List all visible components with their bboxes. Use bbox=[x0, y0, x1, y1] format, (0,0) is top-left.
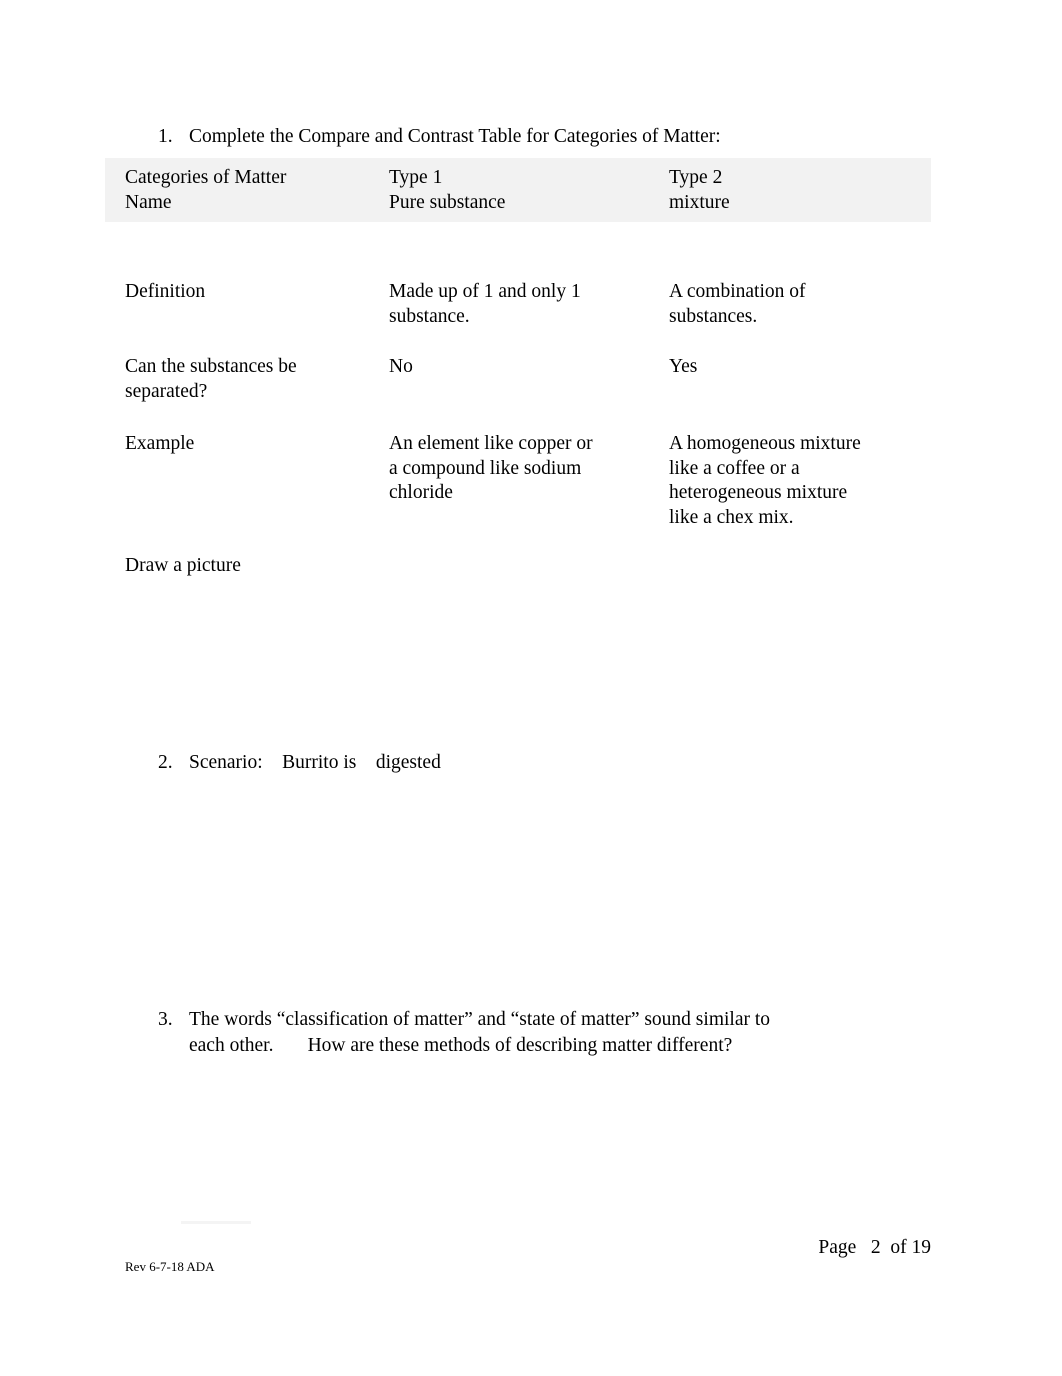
table-row: Definition Made up of 1 and only 1 subst… bbox=[105, 280, 931, 329]
table-spacer-cell bbox=[649, 404, 931, 432]
table-cell-label: Can the substances be separated? bbox=[105, 355, 369, 404]
table-spacer-row bbox=[105, 222, 931, 280]
table-header-type1-line1: Type 1 bbox=[389, 167, 443, 188]
list-item-1-number: 1. bbox=[158, 126, 173, 147]
table-header-category-line1: Categories of Matter bbox=[125, 167, 287, 188]
table-spacer-cell bbox=[369, 530, 649, 554]
table-spacer-cell bbox=[649, 329, 931, 355]
table-cell-text: No bbox=[389, 356, 413, 377]
table-cell-type2 bbox=[649, 554, 931, 579]
table-cell-type1: Made up of 1 and only 1 substance. bbox=[369, 280, 649, 329]
table-spacer-cell bbox=[105, 329, 369, 355]
table-cell-label: Example bbox=[105, 432, 369, 530]
table-header-row: Categories of Matter Name Type 1 Pure su… bbox=[105, 158, 931, 222]
table-header-cell-type1: Type 1 Pure substance bbox=[369, 158, 649, 222]
list-item-2-number: 2. bbox=[158, 752, 173, 773]
table-cell-text: Definition bbox=[125, 281, 206, 302]
table-cell-type1 bbox=[369, 554, 649, 579]
table-cell-text: Draw a picture bbox=[125, 555, 241, 576]
table-header-type2-line2: mixture bbox=[669, 191, 730, 213]
table-cell-text: Example bbox=[125, 433, 195, 454]
page-number: Page 2 of 19 bbox=[818, 1237, 931, 1258]
table-spacer-row bbox=[105, 404, 931, 432]
table-header-cell-type2: Type 2 mixture bbox=[649, 158, 931, 222]
list-item-3-number: 3. bbox=[158, 1009, 173, 1030]
table-cell-text: Yes bbox=[669, 356, 698, 377]
table-row: Example An element like copper or a comp… bbox=[105, 432, 931, 530]
table-cell-text: A homogeneous mixture like a coffee or a… bbox=[669, 433, 861, 528]
table-row: Can the substances be separated? No Yes bbox=[105, 355, 931, 404]
table-cell-type1: An element like copper or a compound lik… bbox=[369, 432, 649, 530]
table-cell-type2: A combination of substances. bbox=[649, 280, 931, 329]
table-spacer-cell bbox=[649, 222, 931, 280]
table-cell-type1: No bbox=[369, 355, 649, 404]
list-item-3: 3. The words “classification of matter” … bbox=[158, 1007, 858, 1058]
table-header-category-line2: Name bbox=[125, 191, 172, 213]
table-header-cell-category: Categories of Matter Name bbox=[105, 158, 369, 222]
table-cell-type2: A homogeneous mixture like a coffee or a… bbox=[649, 432, 931, 530]
table-cell-label: Draw a picture bbox=[105, 554, 369, 579]
table-spacer-cell bbox=[369, 329, 649, 355]
list-item-2-text: Scenario: Burrito is digested bbox=[189, 752, 441, 773]
table-cell-text: An element like copper or a compound lik… bbox=[389, 433, 593, 503]
table-spacer-cell bbox=[105, 222, 369, 280]
compare-contrast-table: Categories of Matter Name Type 1 Pure su… bbox=[105, 158, 931, 579]
table-cell-label: Definition bbox=[105, 280, 369, 329]
table-cell-text: Made up of 1 and only 1 substance. bbox=[389, 281, 581, 327]
table-spacer-cell bbox=[105, 530, 369, 554]
list-item-1: 1. Complete the Compare and Contrast Tab… bbox=[158, 124, 721, 150]
footer-divider bbox=[181, 1221, 251, 1224]
list-item-3-line1: The words “classification of matter” and… bbox=[189, 1009, 771, 1030]
list-item-3-body: The words “classification of matter” and… bbox=[189, 1007, 770, 1058]
document-page: 1. Complete the Compare and Contrast Tab… bbox=[0, 0, 1062, 1376]
table-cell-text: A combination of substances. bbox=[669, 281, 806, 327]
table-spacer-cell bbox=[649, 530, 931, 554]
table-header-type2-line1: Type 2 bbox=[669, 167, 723, 188]
table-spacer-cell bbox=[105, 404, 369, 432]
table-spacer-row bbox=[105, 530, 931, 554]
revision-label: Rev 6-7-18 ADA bbox=[125, 1259, 215, 1274]
list-item-1-text: Complete the Compare and Contrast Table … bbox=[189, 126, 721, 147]
list-item-2: 2. Scenario: Burrito is digested bbox=[158, 750, 441, 776]
list-item-3-line2: each other. How are these methods of des… bbox=[189, 1034, 733, 1056]
table-row: Draw a picture bbox=[105, 554, 931, 579]
table-cell-type2: Yes bbox=[649, 355, 931, 404]
table-spacer-cell bbox=[369, 404, 649, 432]
table-cell-text: Can the substances be separated? bbox=[125, 356, 297, 402]
table-spacer-cell bbox=[369, 222, 649, 280]
table-spacer-row bbox=[105, 329, 931, 355]
table-header-type1-line2: Pure substance bbox=[389, 191, 506, 213]
